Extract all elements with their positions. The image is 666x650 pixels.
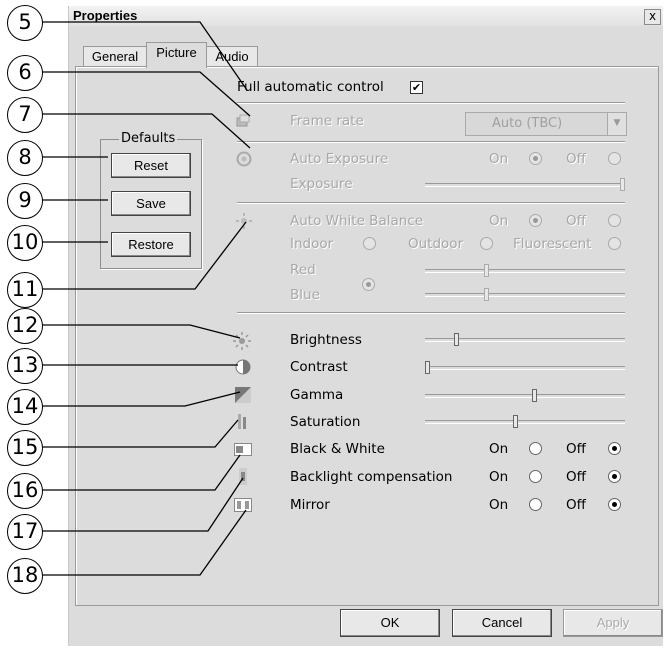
callout-10: 10 (7, 225, 43, 261)
callout-15: 15 (7, 430, 43, 466)
leader-14 (42, 391, 241, 407)
callout-16: 16 (7, 473, 43, 509)
leader-12 (42, 324, 241, 339)
leader-16 (42, 454, 241, 491)
callout-5: 5 (7, 5, 43, 41)
leader-11 (42, 221, 247, 290)
callout-7: 7 (7, 97, 43, 133)
leader-7 (42, 113, 251, 149)
callout-6: 6 (7, 55, 43, 91)
callout-17: 17 (7, 514, 43, 550)
leader-6 (42, 71, 251, 117)
leader-17 (42, 477, 244, 532)
tab-picture[interactable]: Picture (146, 42, 207, 68)
callout-8: 8 (7, 140, 43, 176)
callout-11: 11 (7, 272, 43, 308)
callout-9: 9 (7, 183, 43, 219)
callout-14: 14 (7, 389, 43, 425)
leader-5 (42, 21, 248, 91)
callout-13: 13 (7, 348, 43, 384)
callout-18: 18 (7, 558, 43, 594)
callout-leader-lines (42, 21, 251, 576)
callout-12: 12 (7, 308, 43, 344)
leader-15 (42, 419, 239, 448)
